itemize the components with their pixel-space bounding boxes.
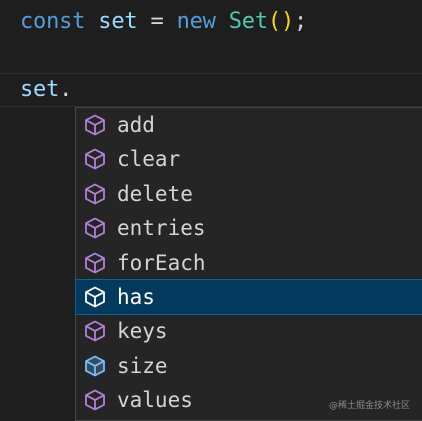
code-editor[interactable]: const set = new Set(); set. add clear dele… — [0, 0, 422, 421]
suggestion-item-has[interactable]: has — [75, 279, 422, 315]
suggestion-item-delete[interactable]: delete — [76, 177, 422, 211]
suggestion-item-foreach[interactable]: forEach — [76, 246, 422, 280]
suggestion-item-clear[interactable]: clear — [76, 142, 422, 176]
method-icon — [82, 284, 108, 310]
method-icon — [82, 146, 108, 172]
code-line-3[interactable]: set. — [20, 75, 72, 105]
suggestion-label: keys — [117, 319, 168, 344]
suggestion-label: clear — [117, 147, 181, 172]
suggestion-label: add — [117, 113, 155, 137]
member-dot: . — [59, 77, 73, 102]
keyword-const: const — [20, 9, 86, 34]
watermark: @稀土掘金技术社区 — [328, 401, 410, 411]
code-line-1[interactable]: const set = new Set(); — [20, 7, 307, 37]
method-icon — [82, 250, 108, 276]
method-icon — [82, 215, 108, 241]
suggestion-label: entries — [117, 216, 206, 241]
suggestion-item-add[interactable]: add — [76, 108, 422, 142]
suggestion-widget: add clear delete entries forEach has keys size v… — [75, 107, 422, 421]
operator-equals: = — [150, 9, 164, 34]
method-icon — [82, 387, 108, 413]
class-set: Set — [228, 9, 268, 34]
paren-close: ) — [280, 9, 294, 34]
suggestion-label: delete — [117, 181, 193, 206]
suggestion-item-size[interactable]: size — [76, 349, 422, 383]
variable-set: set — [98, 9, 138, 34]
keyword-new: new — [176, 9, 216, 34]
suggestion-item-keys[interactable]: keys — [76, 314, 422, 348]
suggestion-label: size — [117, 353, 168, 378]
method-icon — [82, 112, 108, 138]
paren-open: ( — [267, 9, 281, 34]
method-icon — [82, 318, 108, 344]
variable-set: set — [20, 77, 60, 102]
suggestion-label: has — [117, 285, 155, 309]
method-icon — [82, 181, 108, 207]
suggestion-label: values — [117, 388, 193, 413]
semicolon: ; — [293, 9, 308, 34]
property-icon — [82, 353, 108, 379]
suggestion-item-entries[interactable]: entries — [76, 211, 422, 245]
suggestion-label: forEach — [117, 250, 206, 275]
